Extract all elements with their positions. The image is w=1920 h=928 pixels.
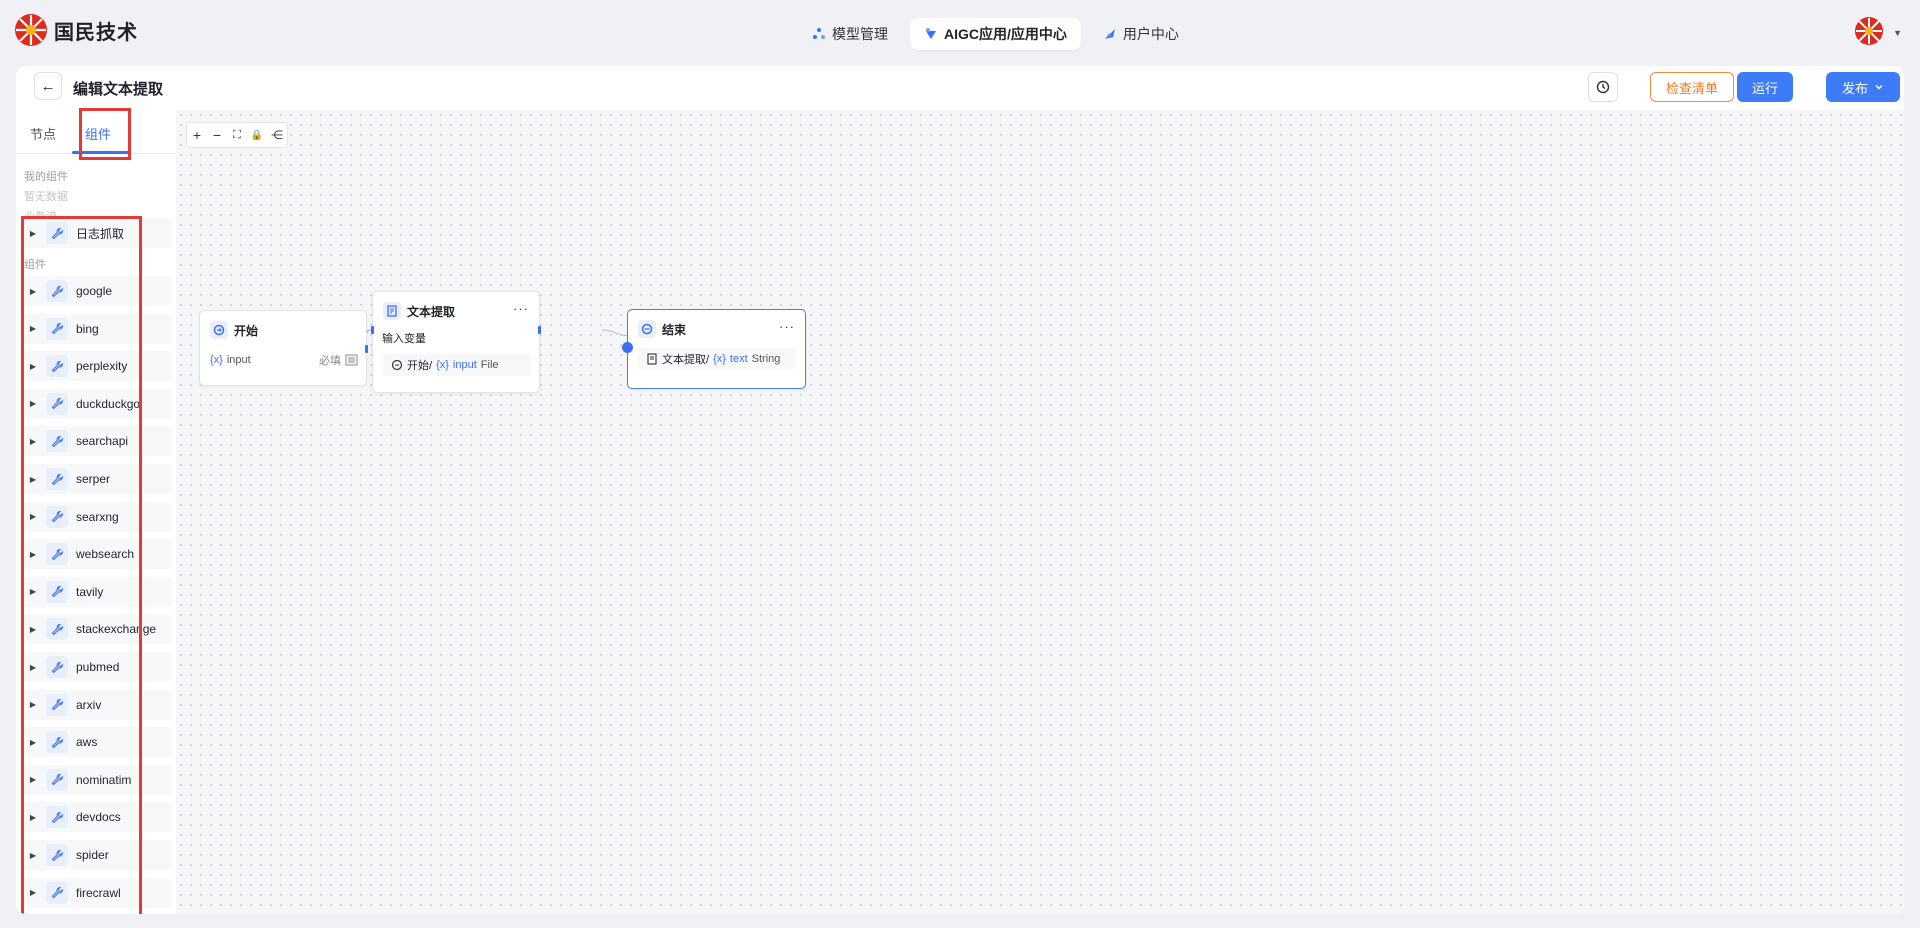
variable-tag: {x}	[713, 353, 726, 365]
editor-panel: ← 编辑文本提取 检查清单 运行 发布 节点 组件 我的组件 暂无数据 业务流 …	[16, 66, 1904, 914]
nav-user-center[interactable]: 用户中心	[1089, 18, 1193, 50]
highlight-frame-list	[21, 216, 142, 914]
list-icon	[345, 354, 358, 366]
document-icon	[383, 302, 401, 320]
brand-name: 国民技术	[54, 21, 138, 44]
start-variable-row: {x} input 必填	[210, 349, 358, 371]
publish-button[interactable]: 发布	[1826, 72, 1900, 102]
start-icon	[210, 321, 228, 339]
variable-name: input	[226, 354, 251, 366]
document-icon	[647, 353, 657, 365]
nav-model-management[interactable]: 模型管理	[798, 18, 902, 50]
output-port[interactable]	[538, 326, 541, 334]
user-icon	[1104, 29, 1115, 39]
nav-label: AIGC应用/应用中心	[944, 26, 1067, 42]
empty-state-label: 暂无数据	[24, 191, 68, 203]
nav-label: 用户中心	[1122, 26, 1179, 42]
back-button[interactable]: ←	[34, 72, 62, 100]
nav-app-center[interactable]: AIGC应用/应用中心	[910, 18, 1081, 50]
output-port[interactable]	[365, 345, 368, 353]
variable-name: input	[452, 359, 477, 371]
highlight-frame-tab	[79, 108, 131, 160]
top-bar: 国民技术 模型管理 AIGC应用/应用中心 用户中心 ▼	[0, 0, 1920, 66]
history-button[interactable]	[1588, 72, 1618, 102]
brand-logo[interactable]: 国民技术	[14, 13, 138, 47]
required-label: 必填	[319, 355, 341, 367]
arrow-left-icon: ←	[40, 77, 56, 95]
page-title: 编辑文本提取	[73, 81, 164, 98]
model-icon	[813, 28, 825, 39]
node-header: 开始	[210, 321, 258, 339]
variable-source: 文本提取/	[662, 354, 710, 366]
input-port[interactable]	[371, 326, 374, 334]
text-extract-node[interactable]: 文本提取 ··· 输入变量 开始/ {x} input File	[371, 291, 541, 393]
more-icon[interactable]: ···	[513, 301, 529, 316]
variable-source: 开始/	[407, 360, 433, 372]
end-node[interactable]: 结束 ··· 文本提取/ {x} text String	[622, 309, 806, 389]
app-icon	[926, 28, 936, 39]
node-title: 文本提取	[407, 304, 456, 319]
node-header: 结束	[638, 320, 686, 338]
output-variable-row: 文本提取/ {x} text String	[638, 348, 796, 370]
publish-label: 发布	[1841, 80, 1868, 96]
main-nav: 模型管理 AIGC应用/应用中心 用户中心	[798, 18, 1193, 50]
input-variable-row: 开始/ {x} input File	[383, 354, 531, 376]
section-label: 输入变量	[382, 333, 426, 345]
workflow-canvas[interactable]: + − ⛶ 🔒 ⋲ 开始 {x} input 必填 文本提取 ··· 输入变量 …	[176, 110, 1904, 914]
more-icon[interactable]: ···	[779, 319, 795, 334]
start-icon	[391, 359, 403, 371]
workflow-label: 业务流	[24, 208, 57, 216]
logo-icon	[15, 14, 47, 46]
run-button[interactable]: 运行	[1737, 72, 1793, 102]
input-port[interactable]	[622, 342, 633, 353]
chevron-down-icon[interactable]: ▼	[1893, 28, 1902, 38]
nav-label: 模型管理	[832, 26, 888, 42]
editor-header: ← 编辑文本提取 检查清单 运行 发布	[16, 66, 1904, 110]
my-components-label: 我的组件	[24, 171, 68, 183]
start-node[interactable]: 开始 {x} input 必填	[199, 310, 368, 386]
variable-name: text	[729, 353, 748, 365]
variable-tag: {x}	[210, 354, 223, 366]
node-title: 开始	[234, 323, 259, 338]
end-icon	[638, 320, 656, 338]
user-avatar[interactable]	[1854, 16, 1884, 46]
tab-nodes[interactable]: 节点	[30, 124, 56, 143]
history-icon	[1596, 80, 1610, 94]
variable-type: File	[480, 359, 499, 371]
chevron-down-icon	[1875, 84, 1883, 90]
checklist-button[interactable]: 检查清单	[1650, 72, 1734, 102]
node-header: 文本提取	[383, 302, 455, 320]
node-title: 结束	[662, 322, 687, 337]
variable-tag: {x}	[436, 359, 449, 371]
variable-type: String	[751, 353, 781, 365]
